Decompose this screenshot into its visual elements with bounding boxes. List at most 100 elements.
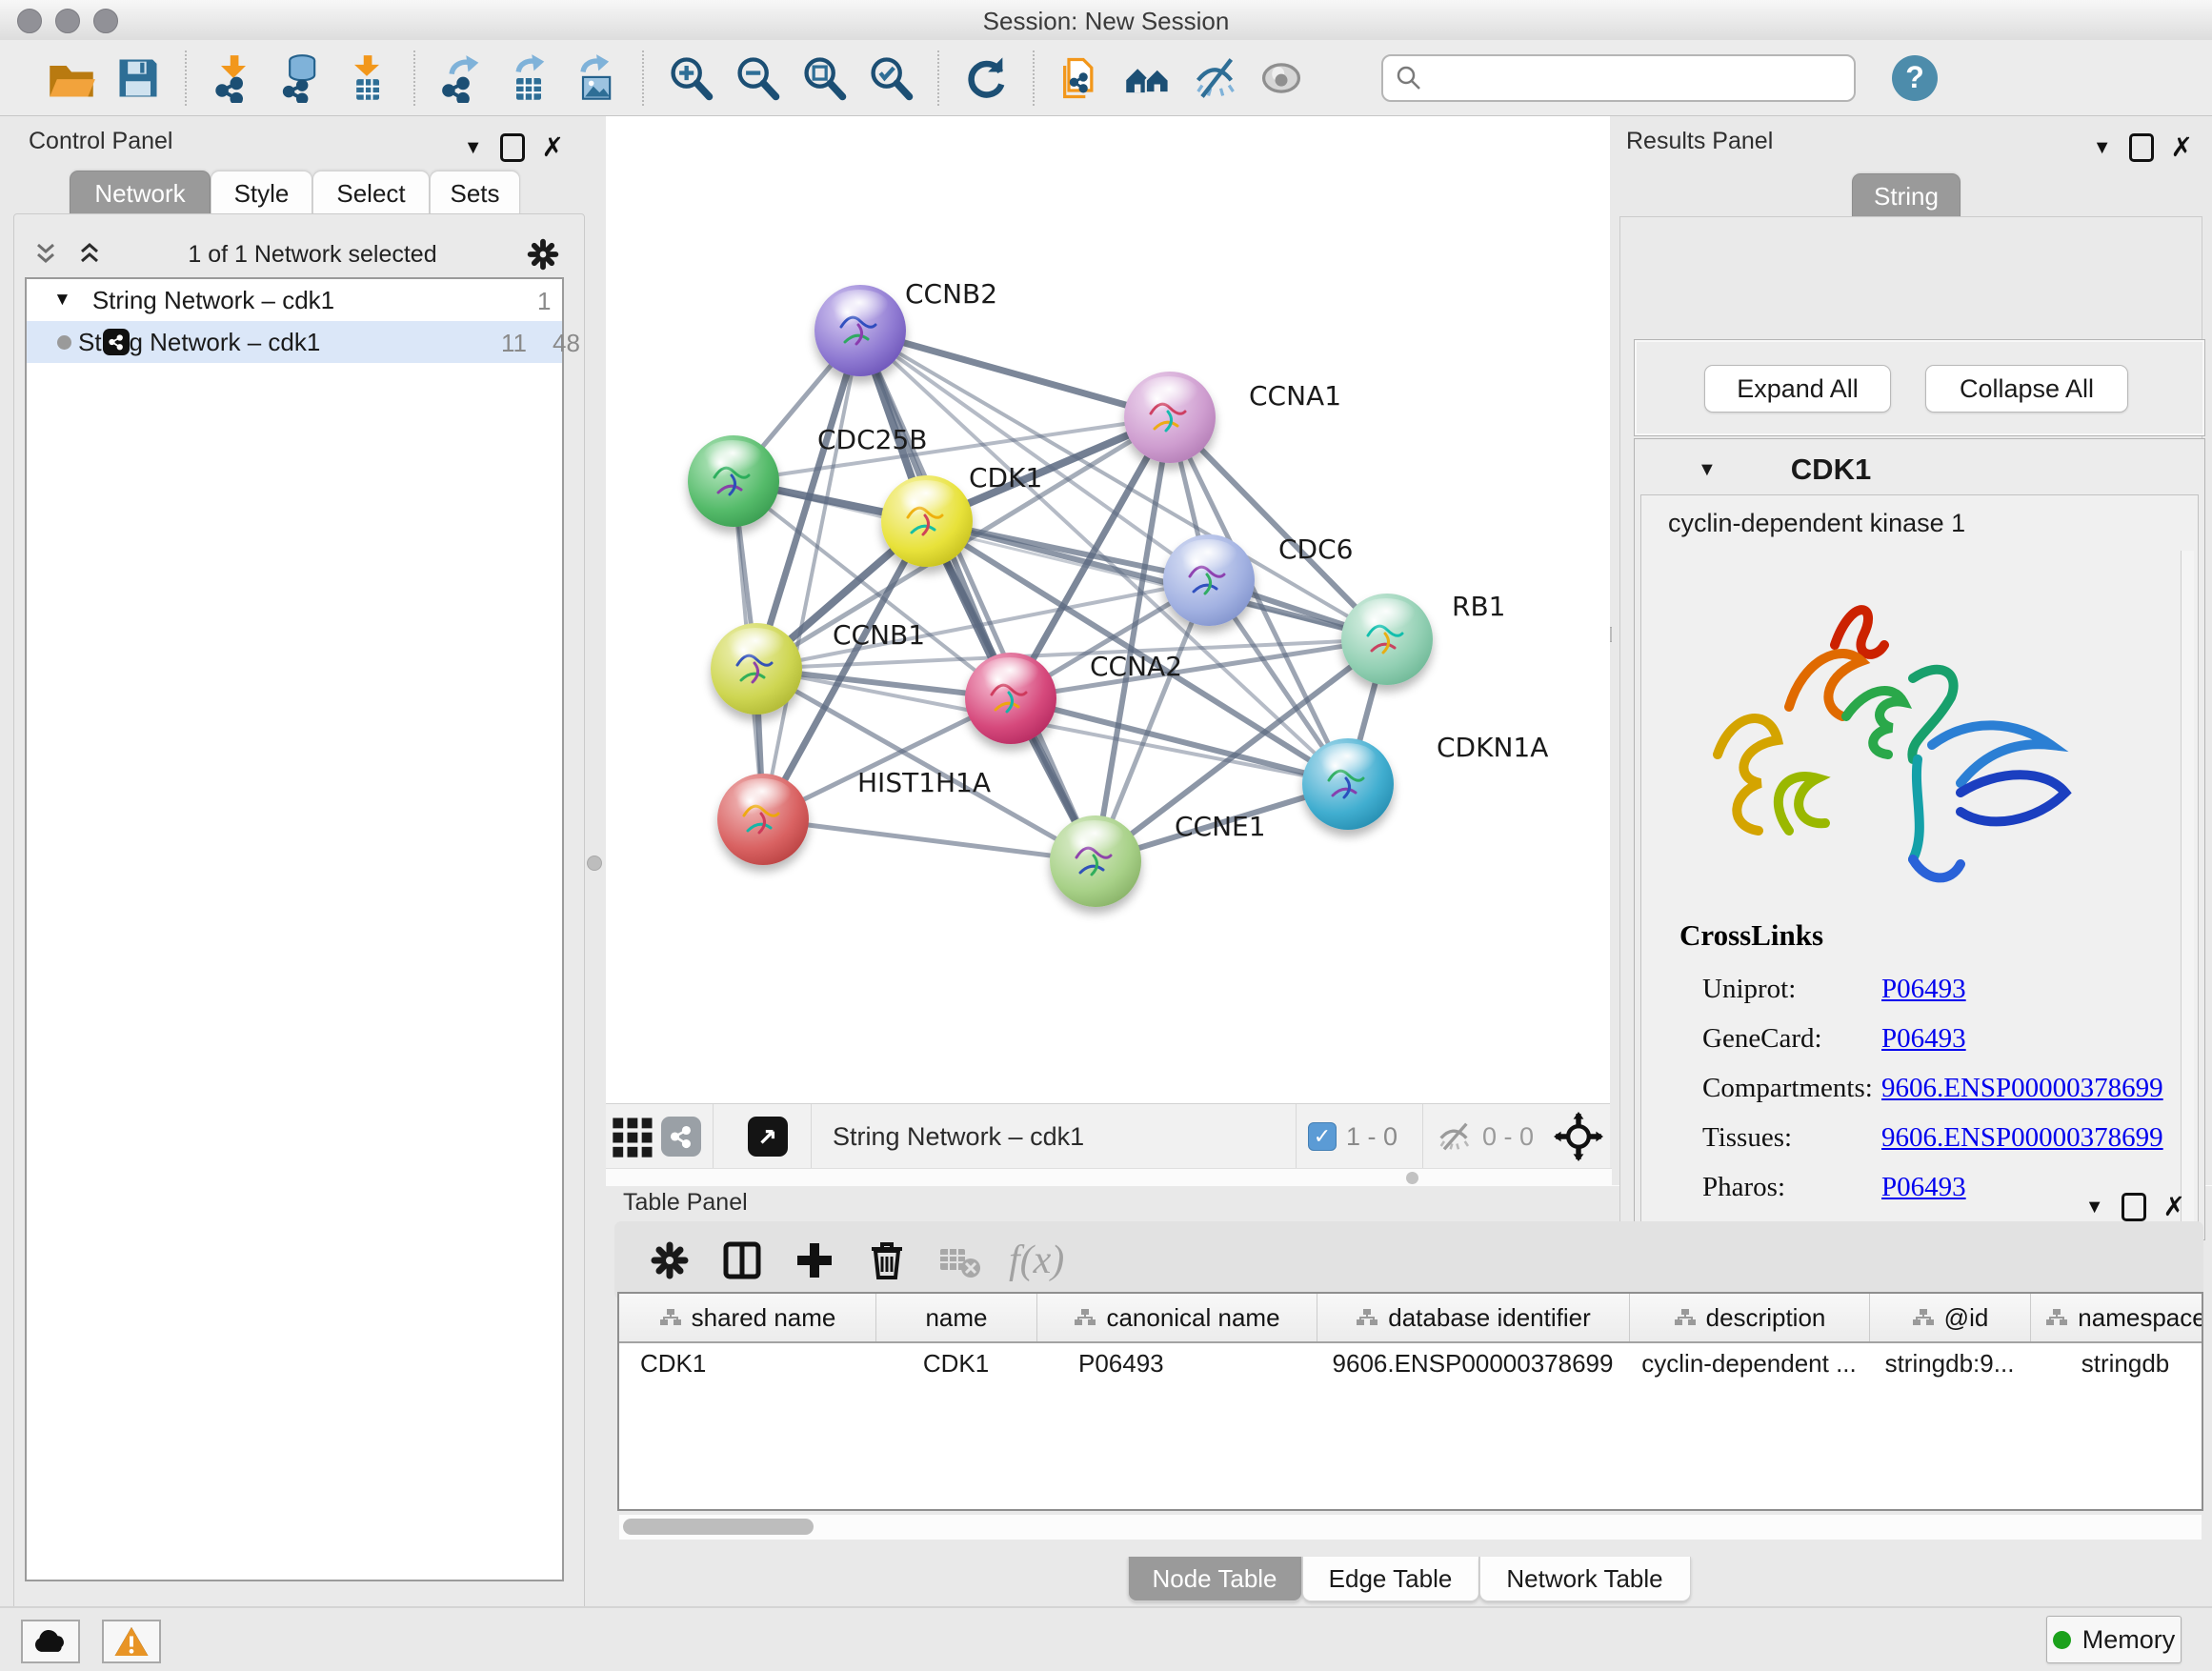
expand-all-icon[interactable] xyxy=(78,242,101,267)
collapse-all-icon[interactable] xyxy=(34,242,57,267)
tab-select[interactable]: Select xyxy=(312,171,430,215)
search-box[interactable] xyxy=(1381,54,1856,102)
cell-namespace[interactable]: stringdb xyxy=(2030,1349,2203,1379)
refresh-icon[interactable] xyxy=(953,48,1019,109)
network-options-gear-icon[interactable] xyxy=(524,235,562,273)
network-edge[interactable] xyxy=(763,331,860,819)
tab-network-table[interactable]: Network Table xyxy=(1479,1557,1691,1601)
hide-graphics-details-icon[interactable] xyxy=(1181,48,1248,109)
table-row[interactable]: CDK1CDK1P064939606.ENSP00000378699cyclin… xyxy=(619,1343,2202,1383)
table-options-gear-icon[interactable] xyxy=(633,1227,706,1294)
column-header-canonicalname[interactable]: canonical name xyxy=(1036,1294,1317,1341)
memory-button[interactable]: Memory xyxy=(2046,1616,2182,1663)
tab-node-table[interactable]: Node Table xyxy=(1128,1557,1302,1601)
tab-network[interactable]: Network xyxy=(70,171,211,215)
network-node-ccna1[interactable] xyxy=(1124,372,1216,463)
cell-name[interactable]: CDK1 xyxy=(875,1349,1036,1379)
selected-nodes-checkbox[interactable]: ✓ xyxy=(1308,1122,1337,1151)
zoom-in-icon[interactable] xyxy=(657,48,724,109)
network-node-ccnb2[interactable] xyxy=(814,285,906,376)
network-node-ccne1[interactable] xyxy=(1050,815,1141,907)
crosslink-link[interactable]: 9606.ENSP00000378699 xyxy=(1881,1122,2163,1154)
export-image-icon[interactable] xyxy=(562,48,629,109)
cell-databaseidentifier[interactable]: 9606.ENSP00000378699 xyxy=(1317,1349,1629,1379)
column-header-namespace[interactable]: namespace xyxy=(2030,1294,2203,1341)
home-icon[interactable] xyxy=(1115,48,1181,109)
column-header-databaseidentifier[interactable]: database identifier xyxy=(1317,1294,1629,1341)
crosslink-link[interactable]: P06493 xyxy=(1881,1023,1966,1055)
open-view-arrow-icon[interactable] xyxy=(748,1117,788,1157)
network-collection-row[interactable]: ▼ String Network – cdk1 1 xyxy=(27,279,562,321)
tab-style[interactable]: Style xyxy=(211,171,312,215)
crosslink-link[interactable]: P06493 xyxy=(1881,974,1966,1005)
help-icon[interactable]: ? xyxy=(1892,55,1938,101)
network-node-cdk1[interactable] xyxy=(881,475,973,567)
panel-menu-icon[interactable]: ▼ xyxy=(2085,1197,2104,1218)
function-builder-icon[interactable]: f(x) xyxy=(1009,1238,1064,1283)
fit-selection-crosshair-icon[interactable] xyxy=(1547,1106,1610,1167)
gene-caret-icon[interactable]: ▼ xyxy=(1698,459,1717,481)
network-node-ccnb1[interactable] xyxy=(711,623,802,715)
create-column-icon[interactable] xyxy=(778,1227,851,1294)
open-session-icon[interactable] xyxy=(38,48,105,109)
collapse-all-button[interactable]: Collapse All xyxy=(1925,365,2128,413)
close-panel-icon[interactable]: ✗ xyxy=(2171,134,2193,161)
crosslink-link[interactable]: 9606.ENSP00000378699 xyxy=(1881,1073,2163,1104)
zoom-fit-icon[interactable] xyxy=(791,48,857,109)
scrollbar-thumb[interactable] xyxy=(623,1519,814,1535)
cloud-status-icon[interactable] xyxy=(21,1620,80,1663)
export-table-icon[interactable] xyxy=(495,48,562,109)
cell-id[interactable]: stringdb:9... xyxy=(1869,1349,2030,1379)
network-node-rb1[interactable] xyxy=(1341,594,1433,685)
delete-column-icon[interactable] xyxy=(851,1227,923,1294)
splitter-grip[interactable] xyxy=(1406,1172,1418,1184)
import-network-file-icon[interactable] xyxy=(200,48,267,109)
cell-description[interactable]: cyclin-dependent ... xyxy=(1629,1349,1869,1379)
column-header-sharedname[interactable]: shared name xyxy=(619,1294,875,1341)
show-columns-icon[interactable] xyxy=(706,1227,778,1294)
birdseye-grid-icon[interactable] xyxy=(606,1106,661,1167)
left-splitter-handle[interactable] xyxy=(587,856,602,871)
export-network-icon[interactable] xyxy=(429,48,495,109)
cell-canonicalname[interactable]: P06493 xyxy=(1036,1349,1317,1379)
network-row[interactable]: String Network – cdk1 11 48 xyxy=(27,321,562,363)
zoom-selected-icon[interactable] xyxy=(857,48,924,109)
network-edge[interactable] xyxy=(763,819,1096,861)
network-canvas[interactable]: CCNB2 CCNA1 CDC25B CDK1 CDC6 RB1 xyxy=(606,116,1610,1103)
float-panel-icon[interactable] xyxy=(500,133,525,162)
crosslink-row: Compartments:9606.ENSP00000378699 xyxy=(1702,1063,2163,1113)
save-session-icon[interactable] xyxy=(105,48,171,109)
network-node-hist1h1a[interactable] xyxy=(717,774,809,865)
delete-table-icon[interactable] xyxy=(923,1227,995,1294)
tab-edge-table[interactable]: Edge Table xyxy=(1302,1557,1479,1601)
network-node-cdkn1a[interactable] xyxy=(1302,738,1394,830)
network-node-cdc25b[interactable] xyxy=(688,435,779,527)
import-table-file-icon[interactable] xyxy=(333,48,400,109)
expand-all-button[interactable]: Expand All xyxy=(1704,365,1891,413)
close-panel-icon[interactable]: ✗ xyxy=(2163,1194,2185,1220)
import-network-database-icon[interactable] xyxy=(267,48,333,109)
float-panel-icon[interactable] xyxy=(2129,133,2154,162)
warning-status-icon[interactable] xyxy=(102,1620,161,1663)
new-network-from-selection-icon[interactable] xyxy=(1048,48,1115,109)
column-header-name[interactable]: name xyxy=(875,1294,1036,1341)
column-header-id[interactable]: @id xyxy=(1869,1294,2030,1341)
crosslinks-heading: CrossLinks xyxy=(1679,918,1823,953)
network-node-cdc6[interactable] xyxy=(1163,534,1255,626)
tab-sets[interactable]: Sets xyxy=(430,171,520,215)
panel-menu-icon[interactable]: ▼ xyxy=(2093,137,2112,159)
collection-caret-icon[interactable]: ▼ xyxy=(53,290,71,311)
close-panel-icon[interactable]: ✗ xyxy=(542,134,564,161)
table-horizontal-scrollbar[interactable] xyxy=(619,1515,2202,1540)
network-node-ccna2[interactable] xyxy=(965,653,1056,744)
string-view-badge-icon[interactable] xyxy=(661,1117,701,1157)
tab-string[interactable]: String xyxy=(1852,173,1961,218)
search-input[interactable] xyxy=(1423,62,1837,93)
column-header-description[interactable]: description xyxy=(1629,1294,1869,1341)
results-scrollbar[interactable] xyxy=(2181,551,2194,1288)
zoom-out-icon[interactable] xyxy=(724,48,791,109)
float-panel-icon[interactable] xyxy=(2122,1193,2146,1221)
panel-menu-icon[interactable]: ▼ xyxy=(464,137,483,159)
cell-sharedname[interactable]: CDK1 xyxy=(619,1349,875,1379)
show-graphics-details-icon[interactable] xyxy=(1248,48,1315,109)
